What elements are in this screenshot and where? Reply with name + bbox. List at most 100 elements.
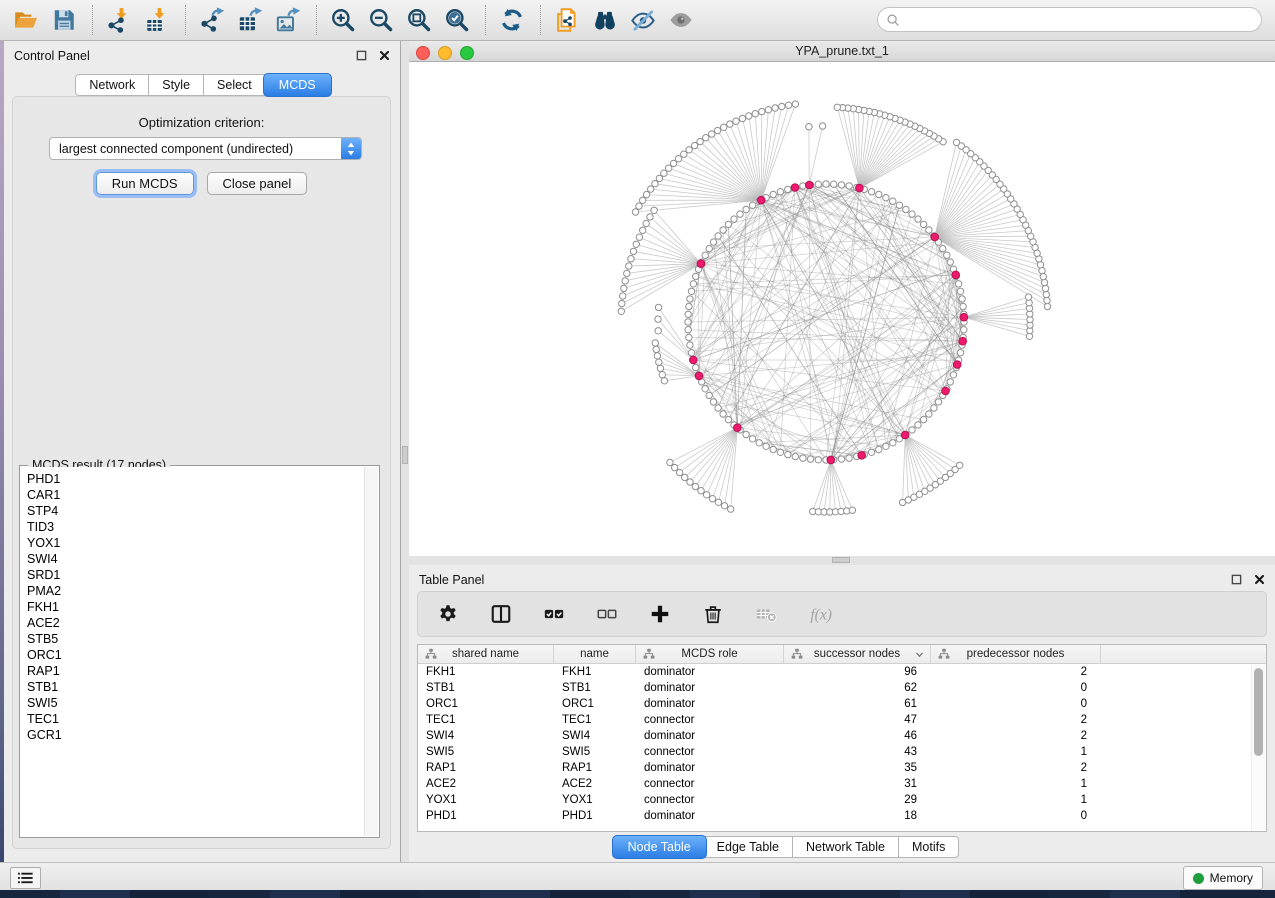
- search-input[interactable]: [900, 9, 1261, 31]
- table-cell: 46: [784, 730, 931, 742]
- mcds-result-item[interactable]: ORC1: [21, 647, 364, 663]
- table-cell: 43: [784, 746, 931, 758]
- memory-status-icon: [1193, 873, 1204, 884]
- task-history-button[interactable]: [10, 867, 41, 889]
- export-table-button[interactable]: [235, 4, 267, 36]
- deselect-all-button[interactable]: [595, 601, 621, 627]
- table-cell: 2: [931, 666, 1101, 678]
- hide-selected-button[interactable]: [628, 4, 660, 36]
- mcds-result-item[interactable]: YOX1: [21, 535, 364, 551]
- tab-edge-table[interactable]: Edge Table: [704, 836, 793, 858]
- mcds-result-item[interactable]: SWI4: [21, 551, 364, 567]
- tab-network[interactable]: Network: [75, 74, 149, 96]
- memory-label: Memory: [1210, 871, 1253, 885]
- run-mcds-button[interactable]: Run MCDS: [96, 172, 194, 195]
- mcds-result-item[interactable]: STP4: [21, 503, 364, 519]
- tab-node-table[interactable]: Node Table: [612, 835, 707, 859]
- table-panel-tabs: Node TableEdge TableNetwork TableMotifs: [615, 836, 960, 858]
- float-panel-icon[interactable]: [1231, 574, 1242, 585]
- table-row[interactable]: TEC1TEC1connector472: [418, 712, 1266, 728]
- import-table-button[interactable]: [142, 4, 174, 36]
- table-cell: SWI4: [418, 730, 554, 742]
- table-cell: 61: [784, 698, 931, 710]
- divider-handle[interactable]: [832, 557, 850, 563]
- table-row[interactable]: PHD1PHD1dominator180: [418, 808, 1266, 824]
- import-network-button[interactable]: [104, 4, 136, 36]
- tab-select[interactable]: Select: [204, 74, 266, 96]
- export-image-icon: [275, 7, 303, 33]
- export-image-button[interactable]: [273, 4, 305, 36]
- float-panel-icon[interactable]: [356, 50, 367, 61]
- close-panel-icon[interactable]: [1254, 574, 1265, 585]
- table-scrollbar[interactable]: [1251, 665, 1265, 830]
- clone-network-button[interactable]: [552, 4, 584, 36]
- column-header-successor-nodes[interactable]: successor nodes: [784, 645, 931, 663]
- open-file-button[interactable]: [11, 4, 43, 36]
- table-cell: 0: [931, 810, 1101, 822]
- table-settings-button[interactable]: [436, 601, 462, 627]
- close-panel-button[interactable]: Close panel: [207, 172, 308, 195]
- mcds-result-item[interactable]: PHD1: [21, 471, 364, 487]
- select-all-button[interactable]: [542, 601, 568, 627]
- mcds-result-item[interactable]: STB1: [21, 679, 364, 695]
- delete-column-button[interactable]: [701, 601, 727, 627]
- table-row[interactable]: ORC1ORC1dominator610: [418, 696, 1266, 712]
- add-column-button[interactable]: [648, 601, 674, 627]
- table-row[interactable]: SWI5SWI5connector431: [418, 744, 1266, 760]
- mcds-result-item[interactable]: FKH1: [21, 599, 364, 615]
- table-cell: ORC1: [418, 698, 554, 710]
- tab-motifs[interactable]: Motifs: [899, 836, 959, 858]
- mcds-result-item[interactable]: SWI5: [21, 695, 364, 711]
- scrollbar-thumb[interactable]: [1254, 668, 1263, 756]
- table-row[interactable]: FKH1FKH1dominator962: [418, 664, 1266, 680]
- table-cell: SWI4: [554, 730, 636, 742]
- divider-handle[interactable]: [402, 446, 408, 464]
- table-row[interactable]: SWI4SWI4dominator462: [418, 728, 1266, 744]
- save-session-button[interactable]: [49, 4, 81, 36]
- mcds-result-item[interactable]: CAR1: [21, 487, 364, 503]
- status-bar: Memory: [0, 862, 1275, 890]
- column-header-MCDS-role[interactable]: MCDS role: [636, 645, 784, 663]
- column-header-shared-name[interactable]: shared name: [418, 645, 554, 663]
- apply-layout-button[interactable]: [497, 4, 529, 36]
- find-button[interactable]: [590, 4, 622, 36]
- mcds-result-item[interactable]: TID3: [21, 519, 364, 535]
- mcds-result-item[interactable]: ACE2: [21, 615, 364, 631]
- column-header-label: successor nodes: [814, 648, 900, 660]
- search-icon: [886, 13, 900, 27]
- export-network-button[interactable]: [197, 4, 229, 36]
- table-cell: 47: [784, 714, 931, 726]
- zoom-fit-button[interactable]: [404, 4, 436, 36]
- mcds-result-item[interactable]: GCR1: [21, 727, 364, 743]
- column-header-name[interactable]: name: [554, 645, 636, 663]
- vertical-split-divider[interactable]: [401, 41, 409, 862]
- zoom-in-button[interactable]: [328, 4, 360, 36]
- tab-mcds[interactable]: MCDS: [263, 73, 332, 97]
- tab-style[interactable]: Style: [149, 74, 204, 96]
- mcds-list-scrollbar[interactable]: [364, 467, 378, 836]
- mcds-result-item[interactable]: PMA2: [21, 583, 364, 599]
- table-cell: RAP1: [418, 762, 554, 774]
- mcds-result-item[interactable]: TEC1: [21, 711, 364, 727]
- network-graph-canvas[interactable]: [409, 62, 1275, 556]
- table-row[interactable]: YOX1YOX1connector291: [418, 792, 1266, 808]
- table-row[interactable]: RAP1RAP1dominator352: [418, 760, 1266, 776]
- mcds-result-item[interactable]: STB5: [21, 631, 364, 647]
- criterion-select[interactable]: largest connected component (undirected): [49, 137, 362, 160]
- memory-button[interactable]: Memory: [1183, 866, 1263, 890]
- close-panel-icon[interactable]: [379, 50, 390, 61]
- search-box[interactable]: [877, 7, 1262, 32]
- split-columns-icon: [490, 603, 514, 625]
- table-row[interactable]: STB1STB1dominator620: [418, 680, 1266, 696]
- mcds-result-list: PHD1CAR1STP4TID3YOX1SWI4SRD1PMA2FKH1ACE2…: [21, 471, 364, 836]
- table-row[interactable]: ACE2ACE2connector311: [418, 776, 1266, 792]
- zoom-selected-button[interactable]: [442, 4, 474, 36]
- zoom-out-button[interactable]: [366, 4, 398, 36]
- mcds-result-item[interactable]: SRD1: [21, 567, 364, 583]
- table-cell: 2: [931, 730, 1101, 742]
- mcds-result-item[interactable]: RAP1: [21, 663, 364, 679]
- horizontal-split-divider[interactable]: [409, 556, 1275, 565]
- column-header-predecessor-nodes[interactable]: predecessor nodes: [931, 645, 1101, 663]
- tab-network-table[interactable]: Network Table: [793, 836, 899, 858]
- split-view-button[interactable]: [489, 601, 515, 627]
